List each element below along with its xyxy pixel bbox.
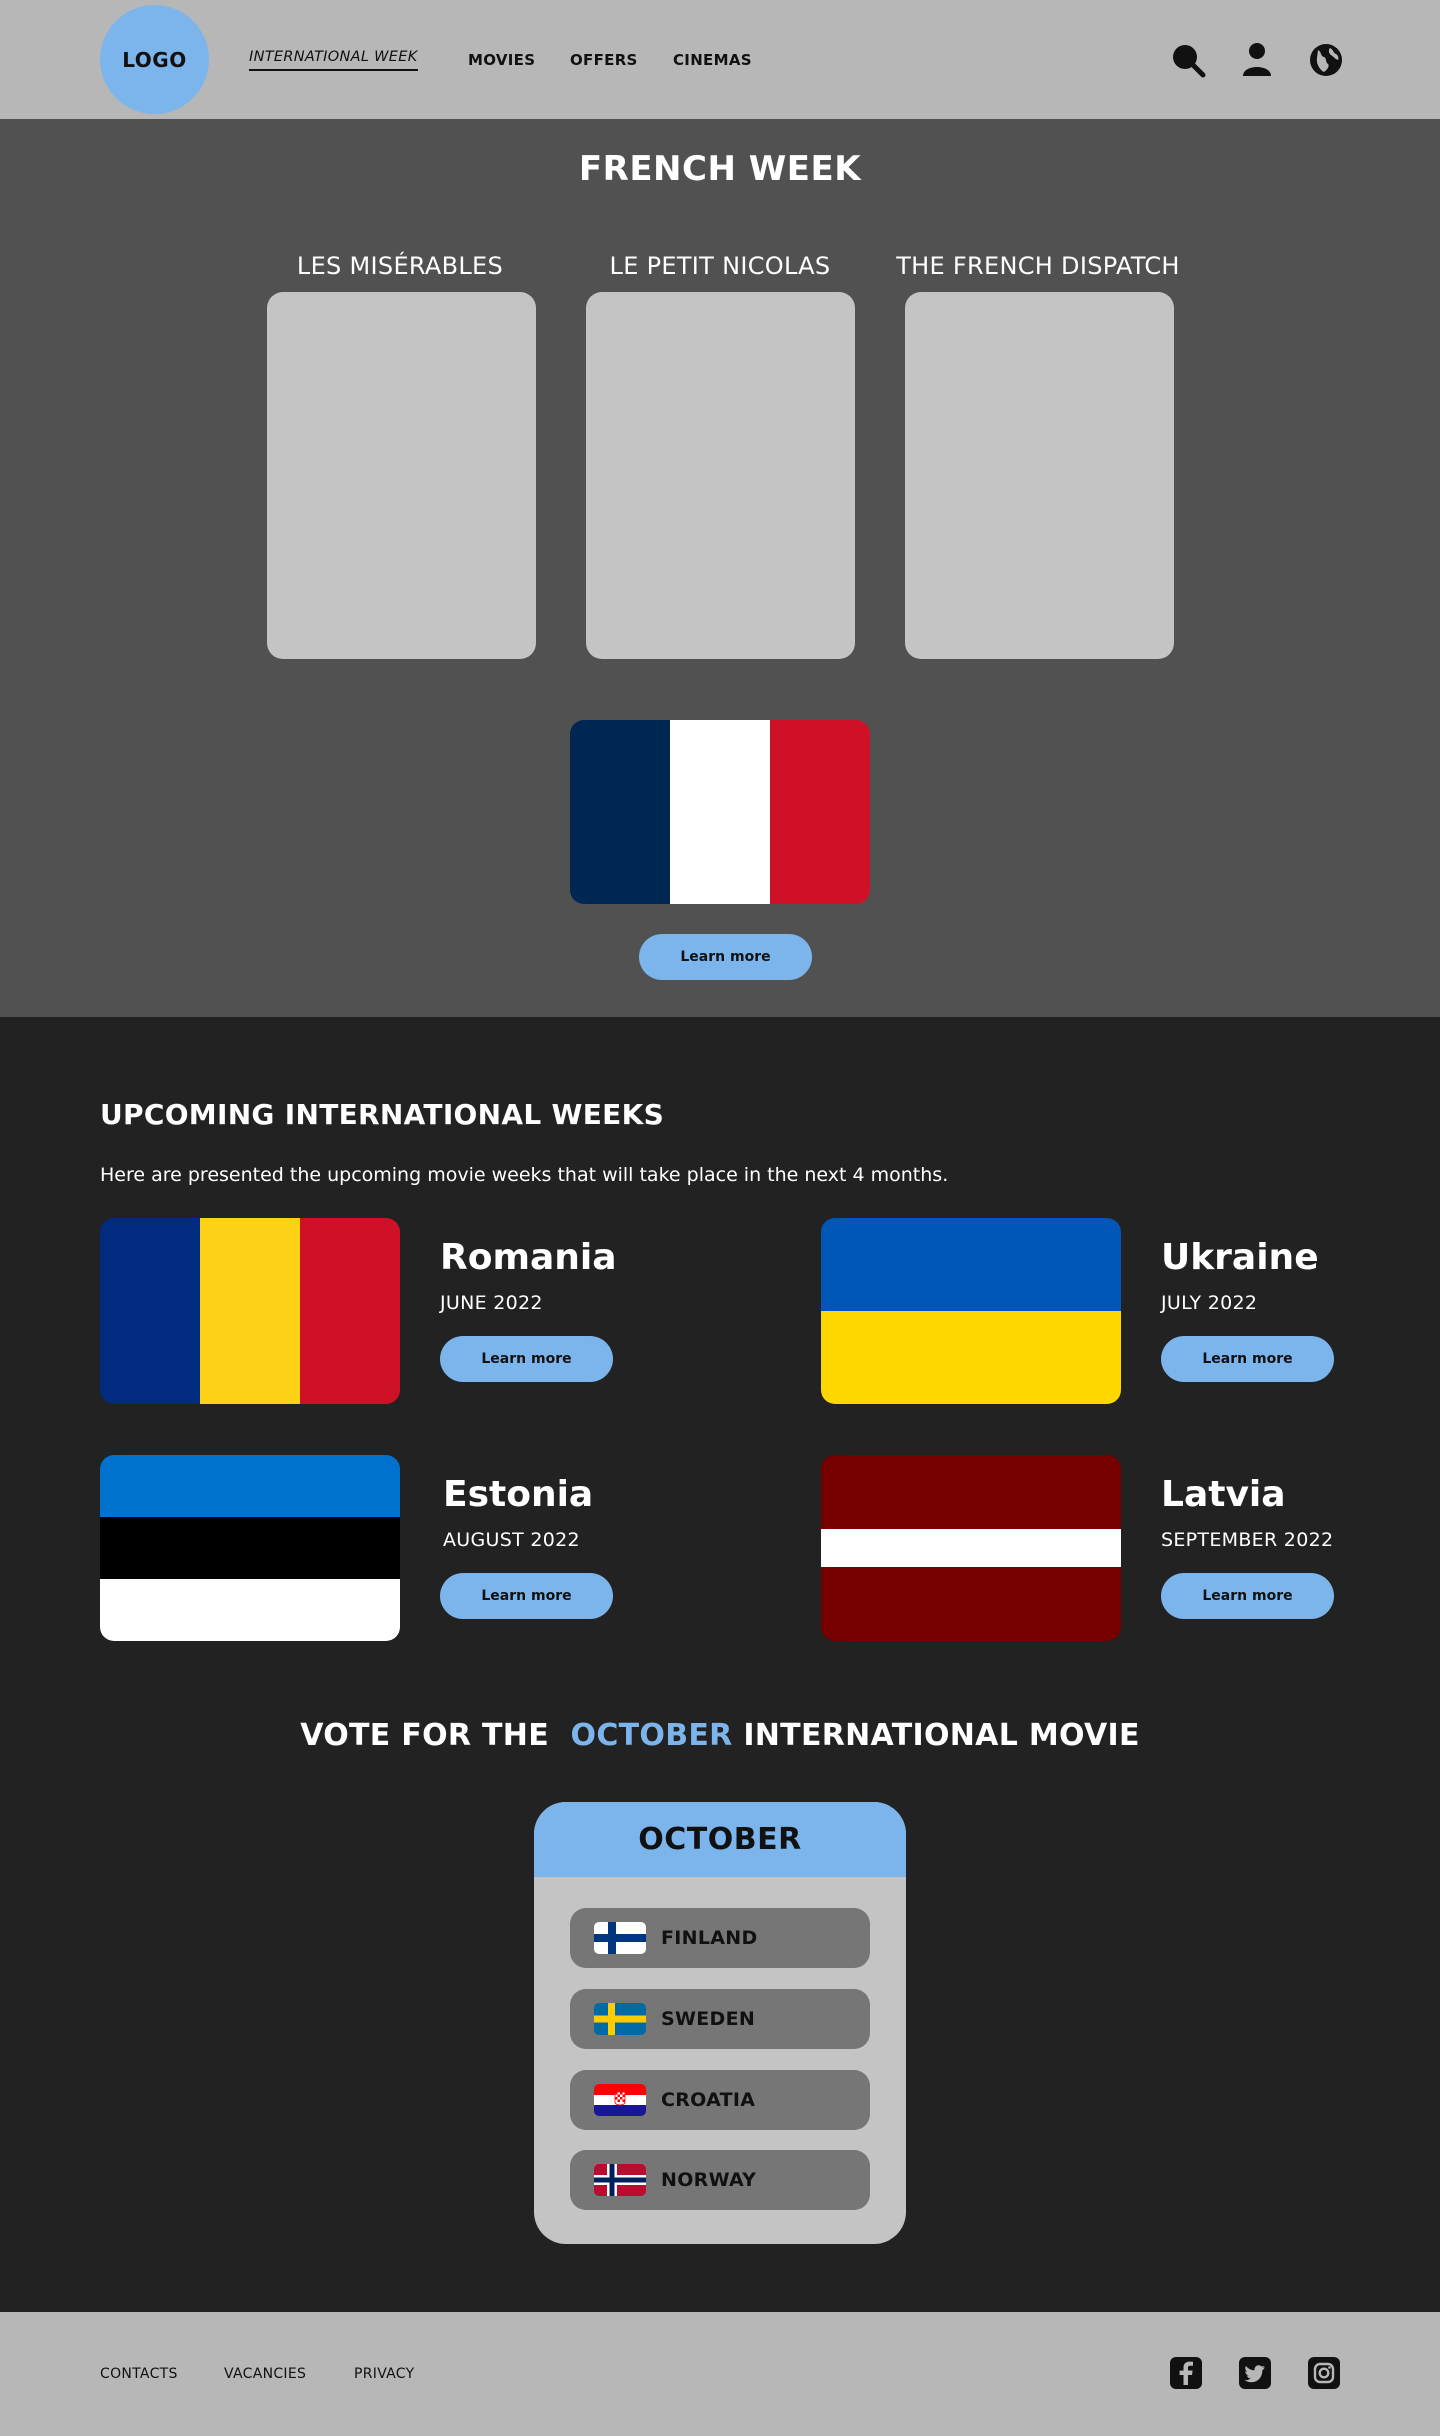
footer-link-vacancies[interactable]: VACANCIES — [224, 2312, 306, 2436]
nav-international-week[interactable]: INTERNATIONAL WEEK — [249, 0, 418, 119]
site-header: LOGO INTERNATIONAL WEEK MOVIES OFFERS CI… — [0, 0, 1440, 119]
country-date: JUNE 2022 — [440, 1292, 543, 1314]
upcoming-description: Here are presented the upcoming movie we… — [100, 1164, 949, 1186]
twitter-icon[interactable] — [1239, 2357, 1271, 2389]
learn-more-button[interactable]: Learn more — [639, 934, 812, 980]
learn-more-button[interactable]: Learn more — [440, 1573, 613, 1619]
vote-title-month: OCTOBER — [570, 1718, 733, 1753]
vote-title: VOTE FOR THE OCTOBER INTERNATIONAL MOVIE — [0, 1718, 1440, 1753]
french-week-section: FRENCH WEEK LES MISÉRABLES LE PETIT NICO… — [0, 119, 1440, 1017]
globe-icon[interactable] — [1308, 42, 1344, 78]
instagram-icon[interactable] — [1308, 2357, 1340, 2389]
facebook-icon[interactable] — [1170, 2357, 1202, 2389]
latvia-flag — [821, 1455, 1121, 1641]
footer-link-privacy[interactable]: PRIVACY — [354, 2312, 415, 2436]
country-name: Ukraine — [1161, 1237, 1319, 1278]
france-flag — [570, 720, 870, 904]
vote-title-pre: VOTE FOR THE — [300, 1718, 550, 1753]
movie-poster[interactable] — [586, 292, 855, 659]
movie-poster[interactable] — [267, 292, 536, 659]
estonia-flag — [100, 1455, 400, 1641]
vote-option-label: SWEDEN — [661, 2008, 756, 2030]
country-name: Latvia — [1161, 1474, 1286, 1515]
site-footer: CONTACTS VACANCIES PRIVACY — [0, 2312, 1440, 2436]
learn-more-button[interactable]: Learn more — [440, 1336, 613, 1382]
movie-title: THE FRENCH DISPATCH — [896, 252, 1180, 280]
french-week-title: FRENCH WEEK — [578, 149, 862, 189]
finland-flag-icon — [594, 1922, 646, 1954]
country-date: SEPTEMBER 2022 — [1161, 1529, 1334, 1551]
upcoming-title: UPCOMING INTERNATIONAL WEEKS — [100, 1098, 665, 1131]
movie-poster[interactable] — [905, 292, 1174, 659]
movie-title: LES MISÉRABLES — [296, 252, 504, 280]
nav-cinemas[interactable]: CINEMAS — [673, 0, 752, 119]
country-date: JULY 2022 — [1161, 1292, 1258, 1314]
vote-option-label: FINLAND — [661, 1927, 758, 1949]
vote-card: OCTOBER FINLAND SWEDEN CROATIA NORWAY — [534, 1802, 906, 2244]
footer-link-contacts[interactable]: CONTACTS — [100, 2312, 178, 2436]
norway-flag-icon — [594, 2164, 646, 2196]
sweden-flag-icon — [594, 2003, 646, 2035]
vote-title-post: INTERNATIONAL MOVIE — [743, 1718, 1140, 1753]
vote-option-croatia[interactable]: CROATIA — [570, 2070, 870, 2130]
user-icon[interactable] — [1239, 42, 1275, 78]
vote-option-sweden[interactable]: SWEDEN — [570, 1989, 870, 2049]
search-icon[interactable] — [1170, 42, 1206, 78]
learn-more-button[interactable]: Learn more — [1161, 1573, 1334, 1619]
nav-offers[interactable]: OFFERS — [570, 0, 638, 119]
country-name: Romania — [440, 1237, 617, 1278]
croatia-flag-icon — [594, 2084, 646, 2116]
ukraine-flag — [821, 1218, 1121, 1404]
vote-option-label: NORWAY — [661, 2169, 757, 2191]
logo[interactable]: LOGO — [100, 5, 209, 114]
nav-international-week-label: INTERNATIONAL WEEK — [249, 49, 418, 71]
nav-movies[interactable]: MOVIES — [468, 0, 535, 119]
vote-card-title: OCTOBER — [534, 1802, 906, 1877]
vote-option-finland[interactable]: FINLAND — [570, 1908, 870, 1968]
vote-option-label: CROATIA — [661, 2089, 756, 2111]
learn-more-button[interactable]: Learn more — [1161, 1336, 1334, 1382]
country-date: AUGUST 2022 — [443, 1529, 580, 1551]
vote-option-norway[interactable]: NORWAY — [570, 2150, 870, 2210]
romania-flag — [100, 1218, 400, 1404]
country-name: Estonia — [443, 1474, 594, 1515]
movie-title: LE PETIT NICOLAS — [609, 252, 831, 280]
